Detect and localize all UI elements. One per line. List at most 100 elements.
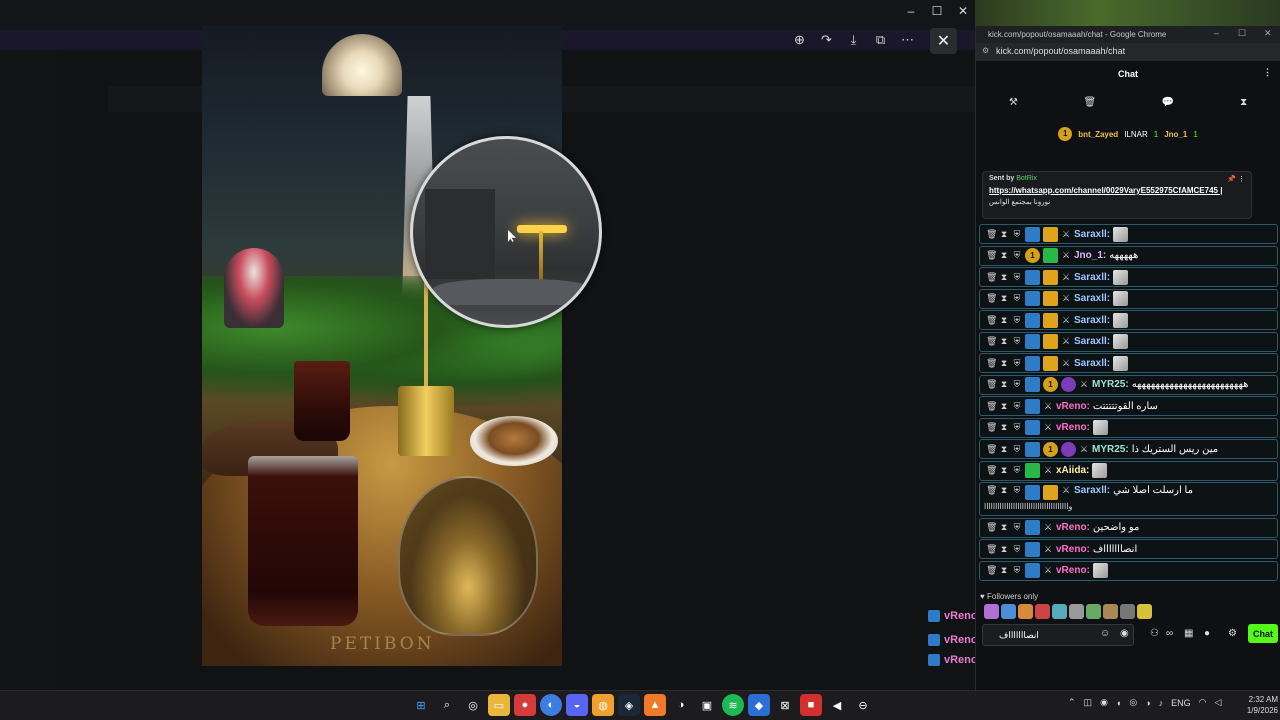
- shield-icon[interactable]: ⛨: [1012, 229, 1022, 240]
- shield-icon[interactable]: ⛨: [1012, 544, 1022, 555]
- microphone-icon[interactable]: ♪: [1159, 698, 1164, 708]
- trash-icon[interactable]: 🗑: [986, 485, 997, 496]
- chat-username[interactable]: Saraxll:: [1074, 293, 1110, 304]
- shield-icon[interactable]: ⛨: [1012, 250, 1022, 261]
- tray-app-icon[interactable]: ◑: [1145, 698, 1150, 708]
- app-icon[interactable]: ■: [800, 694, 822, 716]
- chat-username[interactable]: Saraxll:: [1074, 336, 1110, 347]
- headset-icon[interactable]: ◖: [1116, 698, 1121, 708]
- file-explorer-icon[interactable]: ▭: [488, 694, 510, 716]
- zoom-in-icon[interactable]: ⊕: [788, 28, 811, 52]
- shield-icon[interactable]: ⛨: [1012, 379, 1022, 390]
- emote-icon[interactable]: ☺: [1100, 628, 1110, 639]
- open-external-icon[interactable]: ⧉: [869, 28, 892, 52]
- site-info-icon[interactable]: ⚙: [982, 46, 989, 55]
- avatar[interactable]: [984, 604, 999, 619]
- users-icon[interactable]: ⚇: [1150, 628, 1159, 639]
- hourglass-icon[interactable]: ⧗: [999, 522, 1009, 533]
- clock[interactable]: 2:32 AM 1/9/2026: [1234, 694, 1278, 716]
- hammer-icon[interactable]: ⚒: [1009, 97, 1018, 108]
- chat-bubble-icon[interactable]: ●: [1204, 628, 1210, 639]
- app-icon[interactable]: ⊖: [852, 694, 874, 716]
- avatar[interactable]: [1001, 604, 1016, 619]
- trash-icon[interactable]: 🗑: [986, 544, 997, 555]
- hourglass-icon[interactable]: ⧗: [999, 379, 1009, 390]
- smiley-icon[interactable]: ◉: [1120, 628, 1129, 639]
- kick-icon[interactable]: ◀: [826, 694, 848, 716]
- tray-app-icon[interactable]: ◉: [1100, 697, 1108, 708]
- chat-username[interactable]: Saraxll:: [1074, 358, 1110, 369]
- avatar[interactable]: [1103, 604, 1118, 619]
- trash-icon[interactable]: 🗑: [986, 229, 997, 240]
- chat-username[interactable]: Saraxll:: [1074, 485, 1110, 496]
- discord-icon[interactable]: ◒: [566, 694, 588, 716]
- shield-icon[interactable]: ⛨: [1012, 315, 1022, 326]
- language-indicator[interactable]: ENG: [1171, 698, 1191, 708]
- trash-icon[interactable]: 🗑: [986, 358, 997, 369]
- hourglass-icon[interactable]: ⧗: [999, 293, 1009, 304]
- chat-username[interactable]: Saraxll:: [1074, 229, 1110, 240]
- hourglass-icon[interactable]: ⧗: [999, 565, 1009, 576]
- send-chat-button[interactable]: Chat: [1248, 624, 1278, 643]
- hourglass-icon[interactable]: ⧗: [999, 465, 1009, 476]
- trash-icon[interactable]: 🗑: [986, 422, 997, 433]
- trash-icon[interactable]: 🗑: [986, 565, 997, 576]
- address-bar[interactable]: ⚙ kick.com/popout/osamaaah/chat: [976, 43, 1280, 61]
- chat-username[interactable]: vReno:: [1056, 401, 1090, 412]
- app-icon[interactable]: ◆: [748, 694, 770, 716]
- close-viewer-button[interactable]: ✕: [930, 28, 957, 54]
- hourglass-icon[interactable]: ⧗: [999, 336, 1009, 347]
- trash-icon[interactable]: 🗑: [986, 315, 997, 326]
- tray-app-icon[interactable]: ◫: [1084, 697, 1093, 708]
- chevron-up-icon[interactable]: ⌃: [1068, 697, 1076, 708]
- trash-icon[interactable]: 🗑: [986, 401, 997, 412]
- chat-username[interactable]: vReno:: [1056, 422, 1090, 433]
- gear-icon[interactable]: ⚙: [1228, 628, 1237, 639]
- chat-bubble-icon[interactable]: 💬: [1162, 97, 1174, 108]
- hourglass-icon[interactable]: ⧗: [999, 544, 1009, 555]
- chat-username[interactable]: Saraxll:: [1074, 272, 1110, 283]
- maximize-icon[interactable]: ☐: [924, 4, 950, 18]
- app-icon[interactable]: ⊠: [774, 694, 796, 716]
- hourglass-icon[interactable]: ⧗: [999, 485, 1009, 496]
- shield-icon[interactable]: ⛨: [1012, 401, 1022, 412]
- trash-icon[interactable]: 🗑: [986, 293, 997, 304]
- chat-username[interactable]: Saraxll:: [1074, 315, 1110, 326]
- avatar[interactable]: [1018, 604, 1033, 619]
- calendar-icon[interactable]: ▦: [1184, 628, 1193, 639]
- chrome-icon[interactable]: ◐: [540, 694, 562, 716]
- minimize-icon[interactable]: –: [1214, 28, 1219, 38]
- pinned-sender[interactable]: BotRix: [1016, 175, 1037, 182]
- close-window-icon[interactable]: ✕: [1264, 28, 1272, 39]
- pin-icon[interactable]: 📌 ⋮: [1227, 175, 1245, 183]
- avatar[interactable]: [1035, 604, 1050, 619]
- avatar[interactable]: [1086, 604, 1101, 619]
- search-icon[interactable]: ⌕: [436, 694, 458, 716]
- chat-username[interactable]: vReno:: [1056, 544, 1090, 555]
- trash-icon[interactable]: 🗑: [986, 444, 997, 455]
- trash-icon[interactable]: 🗑: [986, 465, 997, 476]
- trash-icon[interactable]: 🗑: [986, 250, 997, 261]
- shield-icon[interactable]: ⛨: [1012, 358, 1022, 369]
- hourglass-icon[interactable]: ⧗: [999, 358, 1009, 369]
- rotate-icon[interactable]: ↷: [815, 28, 838, 52]
- chat-username[interactable]: xAiida:: [1056, 465, 1089, 476]
- messenger-icon[interactable]: ◍: [592, 694, 614, 716]
- hourglass-icon[interactable]: ⧗: [999, 272, 1009, 283]
- trash-icon[interactable]: 🗑: [986, 336, 997, 347]
- gifter-name[interactable]: bnt_Zayed: [1078, 130, 1118, 139]
- hourglass-icon[interactable]: ⧗: [999, 444, 1009, 455]
- tray-app-icon[interactable]: ◎: [1129, 697, 1137, 708]
- chat-username[interactable]: vReno:: [1056, 522, 1090, 533]
- trash-icon[interactable]: 🗑: [986, 272, 997, 283]
- hourglass-icon[interactable]: ⧗: [999, 401, 1009, 412]
- hourglass-icon[interactable]: ⧗: [999, 422, 1009, 433]
- gifter-name[interactable]: Jno_1: [1164, 130, 1187, 139]
- trash-icon[interactable]: 🗑: [986, 522, 997, 533]
- more-vertical-icon[interactable]: ⋮: [1263, 67, 1272, 78]
- avatar[interactable]: [1120, 604, 1135, 619]
- chat-input[interactable]: [982, 624, 1134, 646]
- chat-username[interactable]: Jno_1:: [1074, 250, 1106, 261]
- hourglass-icon[interactable]: ⧗: [999, 315, 1009, 326]
- more-icon[interactable]: ⋯: [896, 28, 919, 52]
